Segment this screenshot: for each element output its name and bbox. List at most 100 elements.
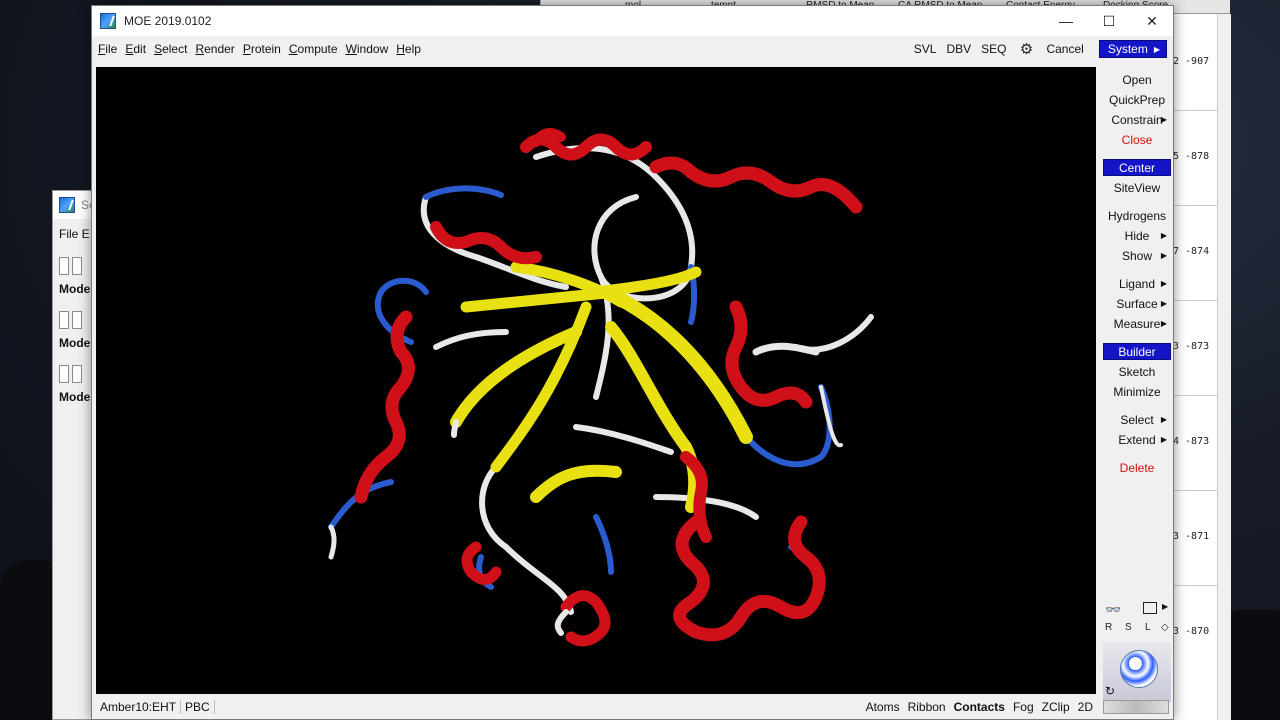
siteview-button[interactable]: SiteView bbox=[1103, 179, 1171, 196]
delete-button[interactable]: Delete bbox=[1103, 459, 1171, 476]
coil-segment bbox=[479, 464, 574, 615]
menu-protein[interactable]: Protein bbox=[243, 42, 281, 56]
center-button[interactable]: Center bbox=[1103, 159, 1171, 176]
coil-segment bbox=[793, 314, 874, 353]
coil-segment bbox=[433, 329, 509, 350]
builder-button[interactable]: Builder bbox=[1103, 343, 1171, 360]
coil-segment bbox=[554, 609, 569, 636]
sketch-button[interactable]: Sketch bbox=[1103, 363, 1171, 380]
menu-label-rest: ompute bbox=[297, 42, 338, 56]
status-2d-toggle[interactable]: 2D bbox=[1074, 700, 1097, 714]
extend-button[interactable]: Extend ▶ bbox=[1103, 431, 1171, 448]
table-cell: 4 -873 bbox=[1173, 436, 1210, 447]
triangle-right-icon: ▶ bbox=[1160, 415, 1167, 424]
coil-segment bbox=[328, 524, 337, 560]
system-menu-button[interactable]: System ▶ bbox=[1098, 40, 1167, 58]
status-atoms-toggle[interactable]: Atoms bbox=[862, 700, 904, 714]
menu-window[interactable]: Window bbox=[346, 42, 389, 56]
triangle-right-icon: ▶ bbox=[1160, 319, 1167, 328]
menu-mnemonic: R bbox=[195, 42, 205, 56]
soccer-ball-icon bbox=[1120, 650, 1158, 688]
status-contacts-toggle[interactable]: Contacts bbox=[950, 700, 1009, 714]
open-button[interactable]: Open bbox=[1103, 71, 1171, 88]
quickprep-button[interactable]: QuickPrep bbox=[1103, 91, 1171, 108]
coil-segment bbox=[752, 342, 820, 356]
command-panel: 👓 ▶ R S L ◇ ↻ Open QuickPrep Constrain ▶ Clo… bbox=[1099, 67, 1175, 707]
turn-segment bbox=[593, 514, 614, 575]
menu-help[interactable]: Help bbox=[396, 42, 421, 56]
menu-label-rest: ender bbox=[204, 42, 235, 56]
ligand-button[interactable]: Ligand ▶ bbox=[1103, 275, 1171, 292]
rotation-ball-widget[interactable]: ↻ bbox=[1103, 642, 1171, 702]
hide-button[interactable]: Hide ▶ bbox=[1103, 227, 1171, 244]
menu-select[interactable]: Select bbox=[154, 42, 187, 56]
dbv-button[interactable]: DBV bbox=[941, 40, 976, 58]
window-title: MOE 2019.0102 bbox=[124, 14, 212, 28]
status-zclip-toggle[interactable]: ZClip bbox=[1038, 700, 1074, 714]
strand-segment bbox=[530, 464, 622, 503]
helix-segment bbox=[354, 310, 415, 504]
table-cell: 5 -878 bbox=[1173, 151, 1210, 162]
3d-viewport[interactable] bbox=[96, 67, 1096, 694]
coil-segment bbox=[573, 424, 674, 455]
status-slider[interactable] bbox=[1103, 700, 1169, 714]
svl-button[interactable]: SVL bbox=[909, 40, 942, 58]
triangle-right-icon: ▶ bbox=[1153, 44, 1160, 54]
status-ribbon-toggle[interactable]: Ribbon bbox=[904, 700, 950, 714]
protein-ribbon bbox=[328, 128, 874, 647]
surface-button[interactable]: Surface ▶ bbox=[1103, 295, 1171, 312]
s-toggle[interactable]: S bbox=[1125, 622, 1132, 633]
pbc-label[interactable]: PBC bbox=[181, 700, 215, 714]
turn-segment bbox=[423, 185, 504, 200]
select-button[interactable]: Select ▶ bbox=[1103, 411, 1171, 428]
toolbar-right: SVL DBV SEQ ⚙ Cancel System ▶ bbox=[909, 40, 1167, 58]
menu-mnemonic: S bbox=[154, 42, 163, 56]
menu-compute[interactable]: Compute bbox=[289, 42, 338, 56]
table-cell: 7 -874 bbox=[1173, 246, 1210, 257]
diamond-icon[interactable]: ◇ bbox=[1161, 622, 1169, 633]
button-label: Hydrogens bbox=[1107, 208, 1167, 223]
window-panel-icon[interactable] bbox=[1143, 602, 1157, 614]
maximize-button[interactable]: ☐ bbox=[1087, 6, 1131, 36]
menu-mnemonic: C bbox=[288, 42, 298, 56]
menu-file[interactable]: File bbox=[98, 42, 117, 56]
hydrogens-button[interactable]: Hydrogens bbox=[1103, 207, 1171, 224]
strand-segment bbox=[490, 301, 592, 473]
button-label: Delete bbox=[1119, 460, 1155, 475]
show-button[interactable]: Show ▶ bbox=[1103, 247, 1171, 264]
menu-label-rest: elect bbox=[162, 42, 188, 56]
measure-button[interactable]: Measure ▶ bbox=[1103, 315, 1171, 332]
triangle-right-icon: ▶ bbox=[1160, 435, 1167, 444]
r-toggle[interactable]: R bbox=[1105, 622, 1112, 633]
button-label: Close bbox=[1121, 132, 1153, 147]
minimize-button[interactable]: Minimize bbox=[1103, 383, 1171, 400]
menu-edit[interactable]: Edit bbox=[125, 42, 146, 56]
title-bar[interactable]: MOE 2019.0102 — ☐ ✕ bbox=[92, 6, 1173, 36]
seq-button[interactable]: SEQ bbox=[976, 40, 1011, 58]
close-button[interactable]: Close bbox=[1103, 131, 1171, 148]
forcefield-label[interactable]: Amber10:EHT bbox=[96, 700, 182, 714]
l-toggle[interactable]: L bbox=[1145, 622, 1151, 633]
button-label: Surface bbox=[1116, 296, 1158, 311]
minimize-button[interactable]: — bbox=[1044, 6, 1088, 36]
menu-label-rest: dit bbox=[133, 42, 147, 56]
button-label: Measure bbox=[1113, 316, 1161, 331]
constrain-button[interactable]: Constrain ▶ bbox=[1103, 111, 1171, 128]
button-label: Open bbox=[1122, 72, 1152, 87]
cancel-button[interactable]: Cancel bbox=[1041, 40, 1088, 58]
menu-render[interactable]: Render bbox=[195, 42, 234, 56]
moe-main-window[interactable]: MOE 2019.0102 — ☐ ✕ File Edit Select Render… bbox=[91, 5, 1174, 720]
triangle-right-icon[interactable]: ▶ bbox=[1162, 602, 1168, 611]
system-label: System bbox=[1107, 42, 1148, 56]
coil-segment bbox=[653, 494, 759, 520]
helix-segment bbox=[560, 590, 611, 647]
glasses-icon[interactable]: 👓 bbox=[1105, 602, 1127, 617]
close-button[interactable]: ✕ bbox=[1130, 6, 1174, 36]
moe-icon bbox=[100, 13, 116, 29]
status-fog-toggle[interactable]: Fog bbox=[1009, 700, 1038, 714]
button-label: Extend bbox=[1118, 432, 1156, 447]
scrollbar[interactable] bbox=[1217, 14, 1231, 720]
button-label: Center bbox=[1118, 160, 1156, 175]
gear-icon[interactable]: ⚙ bbox=[1017, 40, 1035, 58]
menu-label-rest: rotein bbox=[250, 42, 281, 56]
